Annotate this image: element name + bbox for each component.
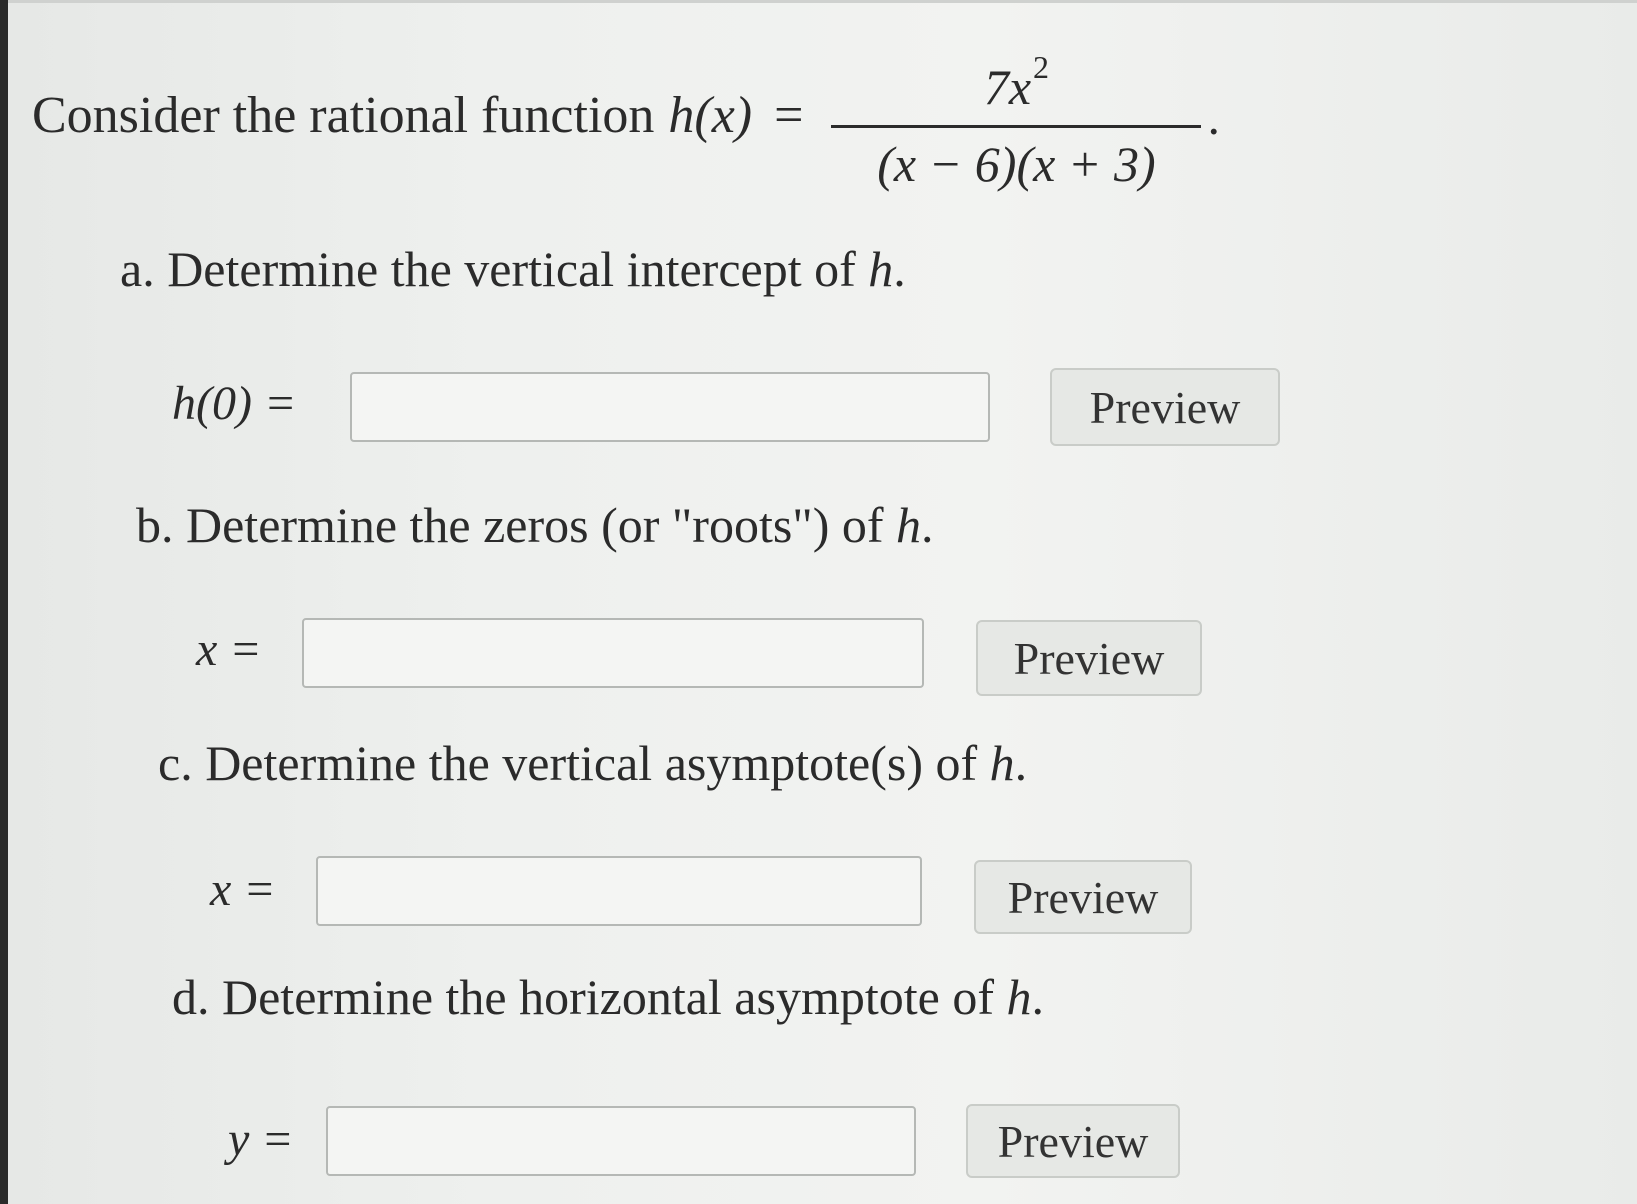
preview-a-button[interactable]: Preview [1050, 368, 1280, 446]
answer-c-lhs: x = [210, 862, 276, 916]
answer-b-input[interactable] [302, 618, 924, 688]
numerator-base: 7x [983, 58, 1032, 115]
left-edge [0, 0, 8, 1204]
problem-statement: Consider the rational function h(x) = 7x… [32, 30, 1220, 200]
question-b-end: . [921, 497, 934, 553]
intro-text: Consider the rational function [32, 86, 655, 144]
top-edge [0, 0, 1637, 3]
answer-d-input[interactable] [326, 1106, 916, 1176]
question-b-text: b. Determine the zeros (or "roots") of [136, 497, 897, 553]
function-lhs: h(x) [668, 86, 753, 144]
question-c: c. Determine the vertical asymptote(s) o… [158, 734, 1027, 792]
question-d-var: h [1006, 969, 1032, 1025]
statement-period: . [1207, 89, 1220, 145]
question-d-text: d. Determine the horizontal asymptote of [172, 969, 1007, 1025]
fraction-numerator: 7x2 [984, 35, 1049, 125]
function-fraction: 7x2 (x − 6)(x + 3) [831, 35, 1202, 196]
fraction-denominator: (x − 6)(x + 3) [877, 135, 1156, 192]
answer-a-input[interactable] [350, 372, 990, 442]
numerator-exponent: 2 [1033, 48, 1050, 85]
preview-d-button[interactable]: Preview [966, 1104, 1180, 1178]
answer-b-lhs: x = [196, 622, 262, 676]
preview-b-button[interactable]: Preview [976, 620, 1202, 696]
question-c-var: h [989, 735, 1015, 791]
question-d: d. Determine the horizontal asymptote of… [172, 968, 1044, 1026]
answer-a-lhs: h(0) = [172, 376, 297, 430]
question-b-var: h [896, 497, 922, 553]
question-a-end: . [893, 241, 906, 297]
question-a: a. Determine the vertical intercept of h… [120, 240, 906, 298]
equals-sign: = [774, 86, 804, 144]
question-d-end: . [1031, 969, 1044, 1025]
question-c-end: . [1014, 735, 1028, 791]
question-b: b. Determine the zeros (or "roots") of h… [136, 496, 934, 554]
answer-d-lhs: y = [228, 1112, 294, 1166]
answer-c-input[interactable] [316, 856, 922, 926]
preview-c-button[interactable]: Preview [974, 860, 1192, 934]
question-a-text: a. Determine the vertical intercept of [120, 241, 869, 297]
question-c-text: c. Determine the vertical asymptote(s) o… [158, 735, 990, 791]
question-a-var: h [868, 241, 894, 297]
